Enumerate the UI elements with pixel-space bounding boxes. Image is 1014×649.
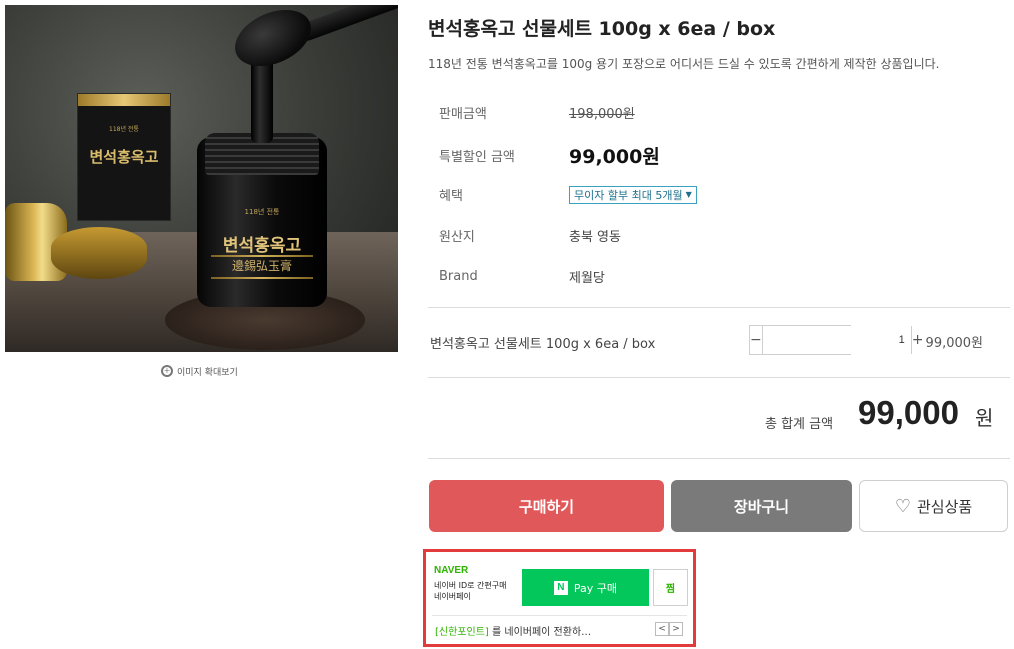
info-row-sale: 특별할인 금액 99,000원 [439, 142, 999, 169]
naver-n-icon: N [553, 580, 568, 595]
promo-navigation: < > [655, 622, 683, 636]
brand-label: Brand [439, 269, 478, 284]
naverpay-box: NAVER 네이버 ID로 간편구매 네이버페이 N Pay 구매 찜 [신한포… [423, 549, 696, 647]
total-label: 총 합계 금액 [765, 417, 834, 432]
total-amount: 99,000 [858, 394, 959, 431]
zoom-in-icon: + [161, 365, 173, 377]
gift-box-title: 변석홍옥고 [89, 148, 159, 166]
wishlist-label: 관심상품 [916, 497, 973, 516]
price-label: 판매금액 [439, 107, 487, 122]
promo-prev-button[interactable]: < [655, 622, 669, 636]
brand-value: 제월당 [569, 271, 605, 286]
naverpay-buy-label: Pay 구매 [573, 581, 618, 595]
quantity-increase-button[interactable]: + [910, 326, 924, 354]
jar-hanja: 邊錫弘玉膏 [231, 259, 292, 273]
product-title: 변석홍옥고 선물세트 100g x 6ea / box [428, 18, 776, 40]
quantity-stepper: − + [749, 325, 924, 355]
installment-benefit-badge[interactable]: 무이자 할부 최대 5개월 ▼ [569, 185, 697, 204]
info-row-benefit: 혜택 무이자 할부 최대 5개월 ▼ [439, 185, 999, 204]
installment-benefit-text: 무이자 할부 최대 5개월 [574, 188, 683, 202]
naverpay-buy-button[interactable]: N Pay 구매 [522, 569, 649, 606]
gift-box: 118년 전통 변석홍옥고 [77, 93, 171, 221]
naverpay-divider [432, 615, 687, 616]
total-unit: 원 [975, 406, 994, 430]
jar-subtitle: 118년 전통 [244, 208, 280, 216]
divider [428, 377, 1010, 378]
quantity-input[interactable] [762, 326, 911, 354]
promo-bracket: [신한포인트] [435, 627, 489, 638]
origin-value: 충북 영동 [569, 230, 621, 245]
image-zoom-link[interactable]: + 이미지 확대보기 [161, 364, 238, 378]
naverpay-name: 네이버페이 [434, 592, 471, 601]
sale-price: 99,000원 [569, 146, 660, 168]
jar-gold-line-2 [211, 277, 313, 279]
gift-box-trim [78, 94, 170, 106]
naverpay-inner: NAVER 네이버 ID로 간편구매 네이버페이 N Pay 구매 찜 [432, 558, 688, 608]
jar-title: 변석홍옥고 [222, 236, 302, 256]
quantity-decrease-button[interactable]: − [750, 326, 763, 354]
info-row-price: 판매금액 198,000원 [439, 103, 999, 122]
image-zoom-label: 이미지 확대보기 [177, 367, 238, 378]
divider [428, 307, 1010, 308]
naverpay-description: 네이버 ID로 간편구매 [434, 581, 507, 590]
heart-icon: ♡ [894, 495, 911, 517]
product-description: 118년 전통 변석홍옥고를 100g 용기 포장으로 어디서든 드실 수 있도… [428, 57, 940, 71]
buy-now-button[interactable]: 구매하기 [429, 480, 664, 532]
wishlist-button[interactable]: ♡ 관심상품 [859, 480, 1008, 532]
option-price: 99,000원 [925, 336, 983, 351]
info-row-brand: Brand 제월당 [439, 267, 999, 286]
promo-next-button[interactable]: > [669, 622, 683, 636]
option-name: 변석홍옥고 선물세트 100g x 6ea / box [430, 337, 656, 352]
info-row-origin: 원산지 충북 영동 [439, 226, 999, 245]
origin-label: 원산지 [439, 230, 475, 245]
gold-lid-2 [51, 227, 147, 279]
add-to-cart-button[interactable]: 장바구니 [671, 480, 852, 532]
benefit-label: 혜택 [439, 189, 463, 204]
promo-text: 를 네이버페이 전환하… [488, 627, 592, 638]
dropdown-arrow-icon: ▼ [685, 190, 692, 199]
naver-logo: NAVER [434, 565, 469, 576]
jar-label: 118년 전통 변석홍옥고 邊錫弘玉膏 [205, 201, 319, 295]
naverpay-promo[interactable]: [신한포인트] 를 네이버페이 전환하… [435, 623, 591, 638]
spoon-bowl [226, 5, 320, 78]
product-image[interactable]: 118년 전통 변석홍옥고 118년 전통 변석홍옥고 邊錫弘玉膏 [5, 5, 398, 352]
naverpay-wish-button[interactable]: 찜 [653, 569, 688, 606]
gift-box-subtitle: 118년 전통 [109, 126, 139, 133]
original-price: 198,000원 [569, 107, 635, 122]
divider [428, 458, 1010, 459]
sale-label: 특별할인 금액 [439, 150, 515, 165]
